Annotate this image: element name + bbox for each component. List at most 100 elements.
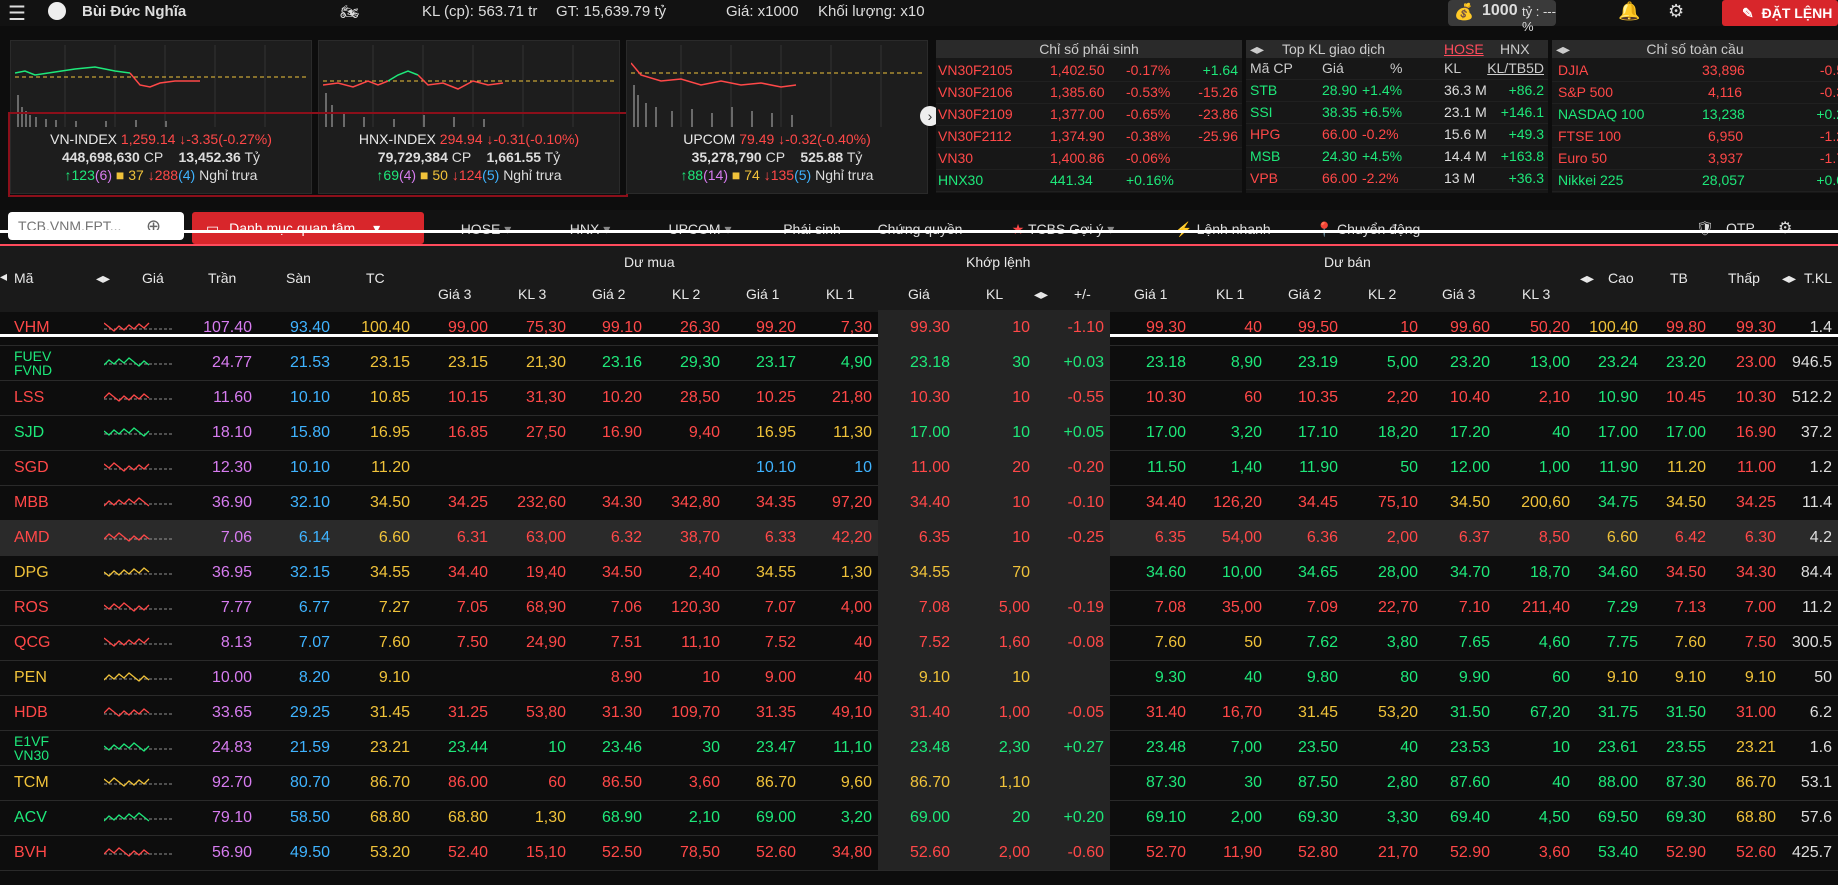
table-row[interactable]: LSS 11.60 10.10 10.85 10.15 31,30 10.20 28,50 10… <box>0 380 1838 416</box>
table-row[interactable]: S&P 5004,116-0.3 <box>1552 82 1838 104</box>
menu-icon[interactable]: ☰ <box>8 1 26 26</box>
tab-movements[interactable]: 📍 Chuyển động <box>1306 216 1430 242</box>
tab-tcbs-suggest[interactable]: ★ TCBS Gợi ý ▾ <box>988 216 1138 242</box>
table-row[interactable]: HPG 66.00 -0.2% 15.6 M +49.3 <box>1246 124 1548 146</box>
table-row[interactable]: VN30 1,400.86 -0.06% <box>936 148 1242 170</box>
col-ceiling[interactable]: Trần <box>208 270 236 286</box>
col-bid-price3[interactable]: Giá 3 <box>438 286 471 302</box>
table-row[interactable]: QCG 8.13 7.07 7.60 7.50 24,90 7.51 11,10 7.52 40 7… <box>0 625 1838 661</box>
table-row[interactable]: NASDAQ 10013,238+0.2 <box>1552 104 1838 126</box>
motorbike-icon[interactable]: 🏍 <box>340 3 359 21</box>
col-bid-price2[interactable]: Giá 2 <box>592 286 625 302</box>
col-reference[interactable]: TC <box>366 270 385 286</box>
table-row[interactable]: E1VF VN30 24.83 21.59 23.21 23.44 10 23.46 30 23.… <box>0 730 1838 766</box>
tab-hnx[interactable]: HNX <box>1500 40 1530 58</box>
tab-hnx[interactable]: HNX ▾ <box>540 216 640 242</box>
symbol-cell[interactable]: ACV <box>0 800 96 835</box>
index-panel-upcom[interactable]: UPCOM 79.49 ↓-0.32(-0.40%) 35,278,790 CP… <box>626 40 928 194</box>
symbol-cell[interactable]: QCG <box>0 625 96 660</box>
collapse-icon[interactable]: ◂ <box>0 268 7 285</box>
col-bid-price1[interactable]: Giá 1 <box>746 286 779 302</box>
chevrons-icon[interactable]: ◂▸ <box>1580 270 1594 287</box>
table-row[interactable]: PEN 10.00 8.20 9.10 8.90 10 9.00 40 9.10 10 9.30 40… <box>0 660 1838 696</box>
chevrons-icon[interactable]: ◂▸ <box>1250 40 1264 58</box>
tab-hose[interactable]: HOSE <box>1444 40 1484 58</box>
otp-label[interactable]: OTP <box>1726 220 1755 236</box>
col-match-price[interactable]: Giá <box>908 286 930 302</box>
chevrons-icon[interactable]: ◂▸ <box>1034 286 1048 303</box>
table-row[interactable]: Nikkei 22528,057+0.0 <box>1552 170 1838 192</box>
table-row[interactable]: VN30F2105 1,402.50 -0.17% +1.64 <box>936 60 1242 82</box>
place-order-button[interactable]: ✎ ĐẶT LỆNH <box>1722 0 1838 26</box>
col-total-vol[interactable]: T.KL <box>1804 270 1832 286</box>
chevrons-icon[interactable]: ◂▸ <box>96 270 110 287</box>
col-price[interactable]: Giá <box>142 270 164 286</box>
table-row[interactable]: HNX30 441.34 +0.16% <box>936 170 1242 192</box>
symbol-cell[interactable]: ROS <box>0 590 96 625</box>
col-bid-vol2[interactable]: KL 2 <box>672 286 700 302</box>
col-bid-vol3[interactable]: KL 3 <box>518 286 546 302</box>
col-average[interactable]: TB <box>1670 270 1688 286</box>
tab-quick-order[interactable]: ⚡ Lệnh nhanh <box>1166 216 1280 242</box>
symbol-cell[interactable]: AMD <box>0 520 96 555</box>
col-ask-price2[interactable]: Giá 2 <box>1288 286 1321 302</box>
avatar[interactable] <box>48 2 66 20</box>
table-row[interactable]: DPG 36.95 32.15 34.55 34.40 19,40 34.50 2,40 34.… <box>0 555 1838 591</box>
add-circle-icon[interactable]: ⊕ <box>146 216 161 237</box>
table-row[interactable]: TCM 92.70 80.70 86.70 86.00 60 86.50 3,60 86.70 9… <box>0 765 1838 801</box>
col-ask-price1[interactable]: Giá 1 <box>1134 286 1167 302</box>
tab-hose[interactable]: HOSE ▾ <box>436 216 536 242</box>
col-change[interactable]: +/- <box>1074 286 1091 302</box>
table-row[interactable]: HDB 33.65 29.25 31.45 31.25 53,80 31.30 109,70 3… <box>0 695 1838 731</box>
watchlist-dropdown[interactable]: ▭ Danh mục quan tâm ▾ <box>192 212 424 244</box>
col-bid-vol1[interactable]: KL 1 <box>826 286 854 302</box>
col-low[interactable]: Thấp <box>1728 270 1760 286</box>
bell-icon[interactable]: 🔔 <box>1618 1 1640 22</box>
table-row[interactable]: FUEV FVND 24.77 21.53 23.15 23.15 21,30 23.16 29… <box>0 345 1838 381</box>
chevrons-icon[interactable]: ◂▸ <box>1782 270 1796 287</box>
table-row[interactable]: ROS 7.77 6.77 7.27 7.05 68,90 7.06 120,30 7.07 4,… <box>0 590 1838 626</box>
table-row[interactable]: Euro 503,937-1.7 <box>1552 148 1838 170</box>
col-ask-price3[interactable]: Giá 3 <box>1442 286 1475 302</box>
table-row[interactable]: AMD 7.06 6.14 6.60 6.31 63,00 6.32 38,70 6.33 42,… <box>0 520 1838 556</box>
col-floor[interactable]: Sàn <box>286 270 311 286</box>
chevrons-icon[interactable]: ◂▸ <box>1556 40 1570 58</box>
symbol-cell[interactable]: HDB <box>0 695 96 730</box>
col-ask-vol2[interactable]: KL 2 <box>1368 286 1396 302</box>
col-symbol[interactable]: Mã <box>14 270 33 286</box>
table-row[interactable]: VPB 66.00 -2.2% 13 M +36.3 <box>1246 168 1548 190</box>
table-row[interactable]: BVH 56.90 49.50 53.20 52.40 15,10 52.50 78,50 52… <box>0 835 1838 871</box>
symbol-cell[interactable]: VHM <box>0 310 96 345</box>
tab-derivatives[interactable]: Phái sinh <box>764 216 860 242</box>
user-name[interactable]: Bùi Đức Nghĩa <box>82 3 186 20</box>
table-row[interactable]: VHM 107.40 93.40 100.40 99.00 75,30 99.10 26,30… <box>0 310 1838 346</box>
table-row[interactable]: SSI 38.35 +6.5% 23.1 M +146.1 <box>1246 102 1548 124</box>
table-row[interactable]: ACV 79.10 58.50 68.80 68.80 1,30 68.90 2,10 69.0… <box>0 800 1838 836</box>
table-row[interactable]: SGD 12.30 10.10 11.20 10.10 10 11.00 20 -0.20 11.… <box>0 450 1838 486</box>
table-row[interactable]: DJIA33,896-0.5 <box>1552 60 1838 82</box>
symbol-cell[interactable]: SJD <box>0 415 96 450</box>
col-match-vol[interactable]: KL <box>986 286 1003 302</box>
symbol-cell[interactable]: BVH <box>0 835 96 870</box>
col-ask-vol3[interactable]: KL 3 <box>1522 286 1550 302</box>
symbol-cell[interactable]: SGD <box>0 450 96 485</box>
col-ask-vol1[interactable]: KL 1 <box>1216 286 1244 302</box>
table-row[interactable]: MSB 24.30 +4.5% 14.4 M +163.8 <box>1246 146 1548 168</box>
symbol-cell[interactable]: MBB <box>0 485 96 520</box>
symbol-cell[interactable]: LSS <box>0 380 96 415</box>
balance-box[interactable]: 💰 1000 tỷ : ---% <box>1448 0 1556 34</box>
table-row[interactable]: SJD 18.10 15.80 16.95 16.85 27,50 16.90 9,40 16.… <box>0 415 1838 451</box>
symbol-cell[interactable]: DPG <box>0 555 96 590</box>
table-row[interactable]: VN30F2106 1,385.60 -0.53% -15.26 <box>936 82 1242 104</box>
gear-icon[interactable]: ⚙ <box>1778 218 1792 238</box>
tab-warrants[interactable]: Chứng quyền <box>862 216 978 242</box>
settings-sliders-icon[interactable]: ⚙ <box>1668 1 1684 22</box>
table-row[interactable]: FTSE 1006,950-1.2 <box>1552 126 1838 148</box>
table-row[interactable]: STB 28.90 +1.4% 36.3 M +86.2 <box>1246 80 1548 102</box>
table-row[interactable]: VN30F2112 1,374.90 -0.38% -25.96 <box>936 126 1242 148</box>
col-high[interactable]: Cao <box>1608 270 1634 286</box>
symbol-cell[interactable]: TCM <box>0 765 96 800</box>
symbol-cell[interactable]: PEN <box>0 660 96 695</box>
table-row[interactable]: VN30F2109 1,377.00 -0.65% -23.86 <box>936 104 1242 126</box>
table-row[interactable]: MBB 36.90 32.10 34.50 34.25 232,60 34.30 342,80… <box>0 485 1838 521</box>
